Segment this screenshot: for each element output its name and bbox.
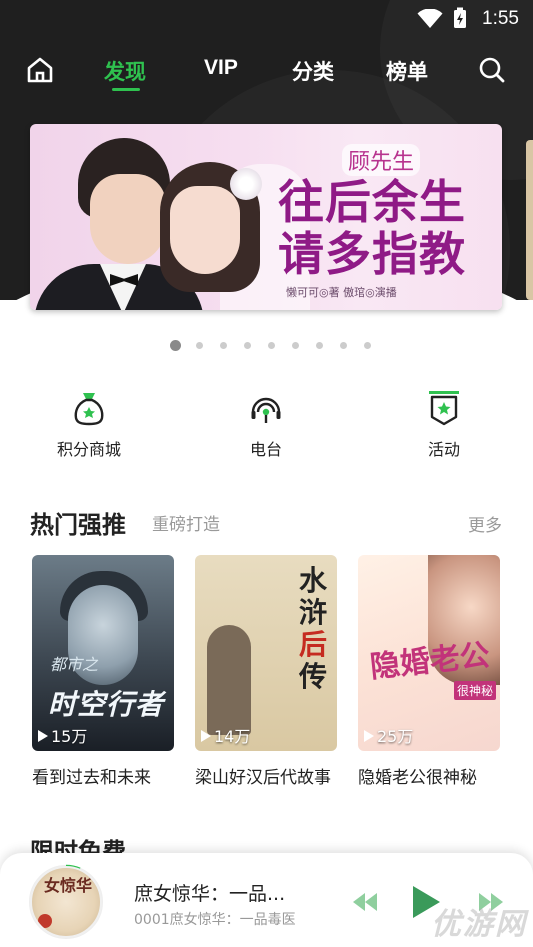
carousel-dot	[196, 342, 203, 349]
tab-ranking[interactable]: 榜单	[386, 56, 428, 86]
carousel-dot	[220, 342, 227, 349]
status-time: 1:55	[482, 8, 519, 29]
shortcut-label: 积分商城	[56, 440, 121, 459]
shortcut-label: 电台	[249, 440, 282, 459]
activity-badge-icon	[429, 391, 459, 426]
now-playing-subtitle: 0001庶女惊华：一品毒医	[134, 912, 296, 928]
cover-art-seal	[38, 914, 52, 928]
now-playing-cover-text: 女惊华	[44, 876, 93, 895]
top-navigation: 发现 VIP 分类 榜单	[0, 52, 533, 92]
status-bar: 1:55	[0, 0, 533, 38]
book-card[interactable]: 都市之 时空行者 15万 看到过去和未来	[32, 555, 174, 788]
now-playing-title: 庶女惊华：一品...	[134, 883, 286, 905]
play-icon	[201, 730, 211, 742]
cover-title: 水浒后传	[295, 565, 331, 693]
play-count-value: 25万	[377, 727, 414, 746]
book-card[interactable]: 隐婚老公 很神秘 25万 隐婚老公很神秘	[358, 555, 500, 788]
play-count: 15万	[38, 723, 87, 747]
book-title: 梁山好汉后代故事	[195, 768, 331, 788]
shortcut-activity[interactable]: 活动	[389, 390, 499, 460]
banner-next-peek[interactable]	[526, 140, 533, 300]
carousel-dot	[292, 342, 299, 349]
cover-art-warrior	[207, 625, 251, 735]
wifi-icon	[417, 9, 443, 28]
banner-credit: 懒可可◎著 傲琯◎演播	[286, 286, 397, 299]
carousel-dot	[268, 342, 275, 349]
carousel-dot	[244, 342, 251, 349]
search-icon[interactable]	[478, 56, 506, 84]
carousel-dot	[340, 342, 347, 349]
book-title: 看到过去和未来	[32, 768, 151, 788]
play-icon	[364, 730, 374, 742]
play-icon	[38, 730, 48, 742]
watermark: 优游网	[431, 907, 527, 942]
banner-art-flower	[230, 168, 262, 200]
play-count: 25万	[364, 723, 413, 747]
tab-vip[interactable]: VIP	[204, 56, 238, 80]
banner-carousel[interactable]: 顾先生 往后余生 请多指教 懒可可◎著 傲琯◎演播	[30, 124, 502, 310]
play-count-value: 15万	[51, 727, 88, 746]
section-title-hot: 热门强推	[30, 511, 126, 539]
book-cover[interactable]: 水浒后传 14万	[195, 555, 337, 751]
shortcut-radio[interactable]: 电台	[211, 390, 321, 460]
play-count: 14万	[201, 723, 250, 747]
book-title: 隐婚老公很神秘	[358, 768, 477, 788]
now-playing-cover[interactable]: 女惊华	[30, 866, 102, 938]
more-link[interactable]: 更多	[468, 511, 502, 536]
section-subtitle: 重磅打造	[152, 515, 220, 535]
carousel-dot	[316, 342, 323, 349]
book-cover[interactable]: 隐婚老公 很神秘 25万	[358, 555, 500, 751]
mini-player[interactable]: 女惊华 庶女惊华：一品... 0001庶女惊华：一品毒医 优游网	[0, 853, 533, 947]
battery-charging-icon	[454, 7, 466, 28]
active-tab-indicator	[112, 88, 140, 91]
rewind-icon[interactable]	[352, 891, 378, 913]
tab-category[interactable]: 分类	[292, 56, 334, 86]
banner-art-bride-face	[170, 186, 240, 274]
banner-art-groom-face	[90, 174, 166, 264]
shortcut-points-mall[interactable]: 积分商城	[34, 390, 144, 460]
carousel-dot	[364, 342, 371, 349]
banner-title: 往后余生 请多指教	[278, 175, 466, 281]
tab-discover[interactable]: 发现	[104, 56, 146, 86]
cover-title-small: 都市之	[50, 655, 99, 674]
book-cover[interactable]: 都市之 时空行者 15万	[32, 555, 174, 751]
cover-title: 时空行者	[48, 688, 165, 721]
book-card[interactable]: 水浒后传 14万 梁山好汉后代故事	[195, 555, 337, 788]
money-bag-icon	[74, 393, 104, 426]
play-count-value: 14万	[214, 727, 251, 746]
radio-headphones-icon	[251, 397, 281, 423]
banner-subtitle: 顾先生	[342, 144, 421, 176]
home-icon[interactable]	[26, 56, 54, 84]
cover-title-text: 水浒后传	[298, 564, 327, 693]
carousel-dot	[170, 340, 181, 351]
shortcut-label: 活动	[427, 440, 460, 459]
cover-tag: 很神秘	[454, 681, 497, 700]
